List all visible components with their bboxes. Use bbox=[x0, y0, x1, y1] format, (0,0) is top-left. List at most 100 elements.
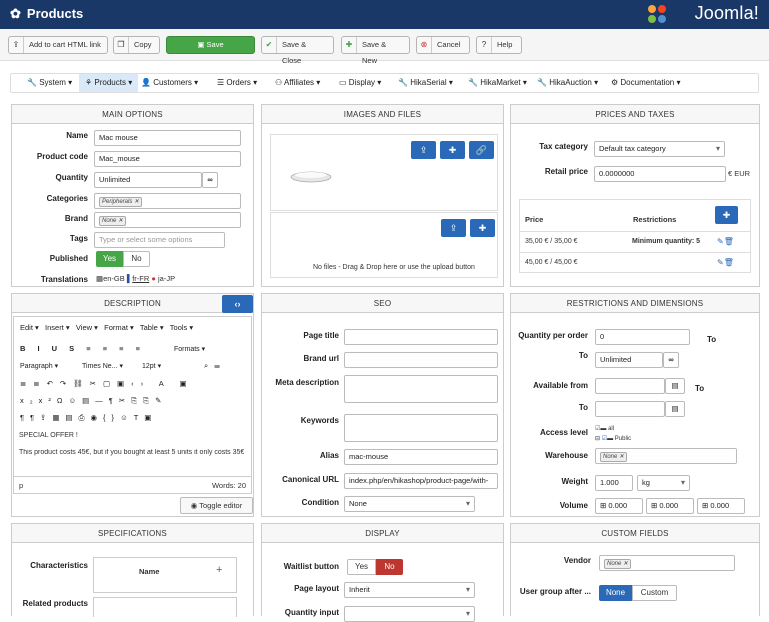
menu-hikaauction[interactable]: 🔧 HikaAuction ▾ bbox=[531, 74, 604, 92]
weight-unit-select[interactable]: kg bbox=[637, 475, 690, 491]
extra-toolbar[interactable]: ¶¶⇪▦▤⎙◉{}☺T▣ bbox=[20, 413, 157, 423]
infinity-button[interactable]: ∞ bbox=[663, 352, 679, 368]
format-toolbar[interactable]: B I U S ≡ ≡ ≡ ≡ bbox=[20, 344, 145, 353]
editor-line-1[interactable]: SPECIAL OFFER ! bbox=[19, 432, 78, 439]
menu-display[interactable]: ▭ Display ▾ bbox=[333, 74, 387, 92]
available-from-input[interactable] bbox=[595, 378, 665, 394]
warehouse-tag[interactable]: None ✕ bbox=[600, 452, 628, 462]
keywords-input[interactable] bbox=[344, 414, 498, 442]
help-button[interactable]: ? Help bbox=[476, 36, 522, 54]
brand-tag[interactable]: None ✕ bbox=[99, 216, 127, 226]
weight-input[interactable]: 1.000 bbox=[595, 475, 633, 491]
brand-url-input[interactable] bbox=[344, 352, 498, 368]
image-dropzone[interactable]: ⇪ ✚ 🔗 bbox=[270, 134, 498, 211]
vendor-field[interactable]: None ✕ bbox=[599, 555, 735, 571]
volume-height-input[interactable]: ⊞ 0.000 bbox=[697, 498, 745, 514]
edit-toolbar[interactable]: ≣≣↶↷⛓✂▢▣‹› A ▣ bbox=[20, 379, 194, 388]
translation-ja-jp[interactable]: ja-JP bbox=[158, 274, 175, 283]
access-all-checkbox[interactable]: ☑▬ all bbox=[595, 425, 614, 432]
retail-input[interactable]: 0.0000000 bbox=[594, 166, 726, 182]
save-new-button[interactable]: ✚ Save & New bbox=[341, 36, 410, 65]
page-title-input[interactable] bbox=[344, 329, 498, 345]
formats-dropdown[interactable]: Formats ▾ bbox=[174, 345, 205, 353]
tax-select[interactable]: Default tax category bbox=[594, 141, 725, 157]
brand-label: Brand bbox=[64, 214, 88, 223]
calendar-icon[interactable]: ▤ bbox=[665, 378, 685, 394]
waitlist-no-button[interactable]: No bbox=[376, 559, 403, 575]
menu-affiliates[interactable]: ⚇ Affiliates ▾ bbox=[269, 74, 326, 92]
alias-input[interactable]: mac-mouse bbox=[344, 449, 498, 465]
available-to-input[interactable] bbox=[595, 401, 665, 417]
save-close-button[interactable]: ✔ Save & Close bbox=[261, 36, 334, 65]
cancel-button[interactable]: ⊗ Cancel bbox=[416, 36, 470, 54]
name-input[interactable]: Mac mouse bbox=[94, 130, 241, 146]
image-link-button[interactable]: 🔗 bbox=[469, 141, 494, 159]
code-toggle-button[interactable]: ‹› bbox=[222, 295, 253, 313]
page-layout-select[interactable]: Inherit bbox=[344, 582, 475, 598]
user-group-none-button[interactable]: None bbox=[599, 585, 632, 601]
qpo-input[interactable]: 0 bbox=[595, 329, 690, 345]
published-yes-button[interactable]: Yes bbox=[96, 251, 123, 267]
editor-menu-table[interactable]: Table bbox=[140, 323, 158, 332]
save-button[interactable]: ▣ Save bbox=[166, 36, 255, 54]
published-label: Published bbox=[49, 254, 88, 263]
edit-icon[interactable]: ✎🗑 bbox=[717, 237, 734, 246]
editor-line-2[interactable]: This product costs 45€, but if you bough… bbox=[19, 449, 249, 456]
category-tag[interactable]: Peripherals ✕ bbox=[99, 197, 143, 207]
find-toolbar[interactable]: ⌕☰ bbox=[204, 361, 226, 371]
image-upload-button[interactable]: ⇪ bbox=[411, 141, 436, 159]
image-add-button[interactable]: ✚ bbox=[440, 141, 465, 159]
menu-hikamarket[interactable]: 🔧 HikaMarket ▾ bbox=[462, 74, 533, 92]
brand-field[interactable]: None ✕ bbox=[94, 212, 241, 228]
paragraph-dropdown[interactable]: Paragraph ▾ bbox=[20, 362, 58, 370]
copy-button[interactable]: ❐ Copy bbox=[113, 36, 160, 54]
add-to-cart-button[interactable]: ⇪ Add to cart HTML link bbox=[8, 36, 108, 54]
code-input[interactable]: Mac_mouse bbox=[94, 151, 241, 167]
font-dropdown[interactable]: Times Ne... ▾ bbox=[82, 362, 123, 370]
menu-products[interactable]: ⚘ Products ▾ bbox=[79, 74, 139, 92]
file-dropzone[interactable]: ⇪ ✚ No files - Drag & Drop here or use t… bbox=[270, 212, 498, 278]
menu-documentation[interactable]: ⚙ Documentation ▾ bbox=[605, 74, 686, 92]
quantity-input-select[interactable] bbox=[344, 606, 475, 622]
waitlist-yes-button[interactable]: Yes bbox=[347, 559, 376, 575]
no-files-text: No files - Drag & Drop here or use the u… bbox=[313, 264, 475, 271]
add-characteristic-icon[interactable]: + bbox=[216, 564, 222, 576]
menu-customers[interactable]: 👤 Customers ▾ bbox=[135, 74, 204, 92]
editor-menu-tools[interactable]: Tools bbox=[170, 323, 188, 332]
vendor-tag[interactable]: None ✕ bbox=[604, 559, 632, 569]
translation-en-gb[interactable]: en-GB bbox=[103, 274, 125, 283]
file-upload-button[interactable]: ⇪ bbox=[441, 219, 466, 237]
meta-description-input[interactable] bbox=[344, 375, 498, 403]
volume-length-input[interactable]: ⊞ 0.000 bbox=[595, 498, 643, 514]
editor-statusbar: p Words: 20 bbox=[14, 476, 251, 493]
access-public-checkbox[interactable]: ⊟ ☑▬ Public bbox=[595, 435, 631, 442]
user-group-custom-button[interactable]: Custom bbox=[632, 585, 677, 601]
translation-fr-fr[interactable]: fr-FR bbox=[132, 274, 149, 283]
editor-menu-format[interactable]: Format bbox=[104, 323, 128, 332]
infinity-button[interactable]: ∞ bbox=[202, 172, 218, 188]
edit-icon[interactable]: ✎🗑 bbox=[717, 258, 734, 267]
toggle-editor-button[interactable]: ◉ Toggle editor bbox=[180, 497, 253, 514]
categories-field[interactable]: Peripherals ✕ bbox=[94, 193, 241, 209]
add-price-button[interactable]: ✚ bbox=[715, 206, 738, 224]
canonical-input[interactable]: index.php/en/hikashop/product-page/with- bbox=[344, 473, 498, 489]
warehouse-field[interactable]: None ✕ bbox=[595, 448, 737, 464]
joomla-logo bbox=[648, 5, 666, 23]
published-no-button[interactable]: No bbox=[123, 251, 150, 267]
condition-select[interactable]: None bbox=[344, 496, 475, 512]
editor-menu-insert[interactable]: Insert bbox=[45, 323, 64, 332]
menu-system[interactable]: 🔧 System ▾ bbox=[21, 74, 78, 92]
menu-orders[interactable]: ☰ Orders ▾ bbox=[211, 74, 263, 92]
size-dropdown[interactable]: 12pt ▾ bbox=[142, 362, 161, 370]
characteristics-table: Name + bbox=[93, 557, 237, 593]
qpo-max-input[interactable]: Unlimited bbox=[595, 352, 663, 368]
editor-menu-edit[interactable]: Edit bbox=[20, 323, 33, 332]
insert-toolbar[interactable]: x₂x²Ω☺▤—¶✂⎘⎘✎ bbox=[20, 396, 167, 406]
calendar-icon[interactable]: ▤ bbox=[665, 401, 685, 417]
file-add-button[interactable]: ✚ bbox=[470, 219, 495, 237]
editor-menu-view[interactable]: View bbox=[76, 323, 92, 332]
quantity-input[interactable]: Unlimited bbox=[94, 172, 202, 188]
tags-input[interactable]: Type or select some options bbox=[94, 232, 225, 248]
volume-width-input[interactable]: ⊞ 0.000 bbox=[646, 498, 694, 514]
menu-hikaserial[interactable]: 🔧 HikaSerial ▾ bbox=[392, 74, 459, 92]
